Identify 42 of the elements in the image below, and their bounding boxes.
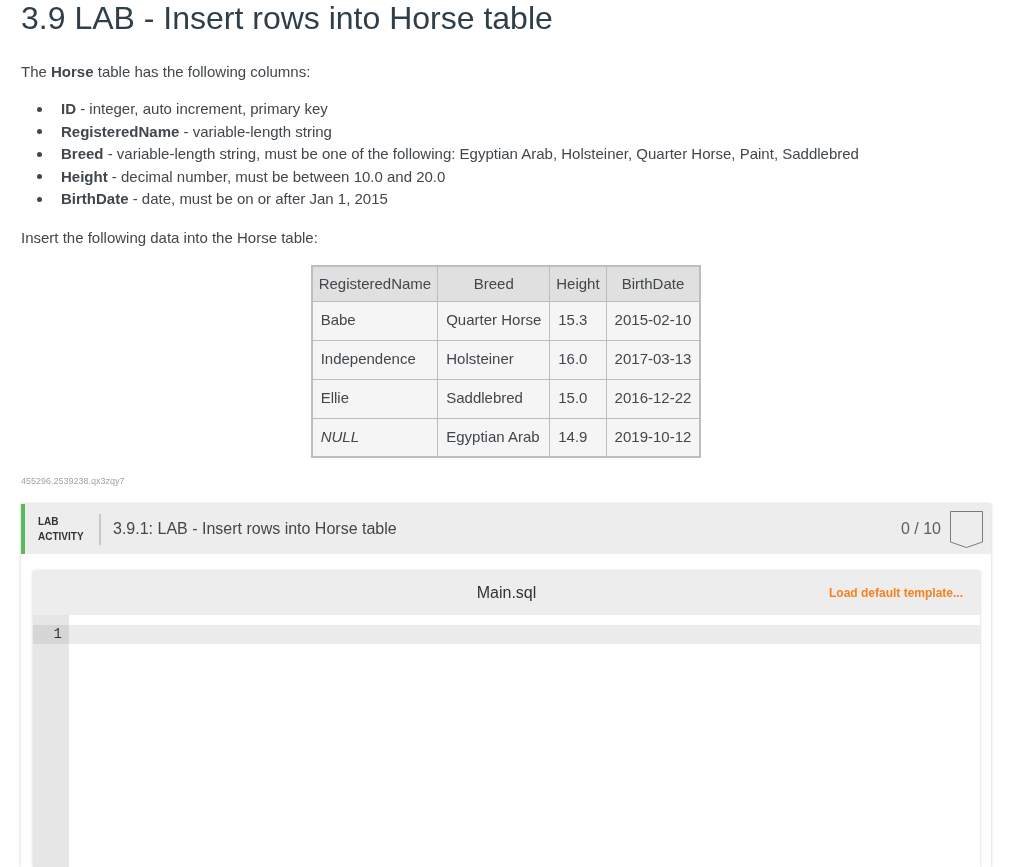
- table-cell: 2017-03-13: [606, 340, 701, 379]
- column-description: BirthDate - date, must be on or after Jan 1, 2015: [61, 189, 388, 210]
- table-header-cell: Height: [549, 266, 607, 301]
- activity-title: 3.9.1: LAB - Insert rows into Horse table: [113, 519, 397, 539]
- table-header-cell: Breed: [437, 266, 550, 301]
- table-cell: 2015-02-10: [606, 301, 701, 340]
- column-description: Height - decimal number, must be between 10.0 and 20.0: [61, 166, 446, 187]
- bullet-icon: [37, 174, 42, 180]
- table-cell: 16.0: [549, 340, 607, 379]
- table-cell: Quarter Horse: [437, 301, 550, 340]
- page-title: 3.9 LAB - Insert rows into Horse table: [21, 0, 553, 36]
- bullet-icon: [37, 196, 42, 202]
- table-cell: Ellie: [311, 379, 438, 418]
- table-cell: NULL: [311, 418, 438, 457]
- table-cell: 15.3: [549, 301, 607, 340]
- score-text: 0 / 10: [900, 519, 941, 539]
- bullet-icon: [37, 106, 42, 112]
- table-cell: 2019-10-12: [606, 418, 701, 457]
- line-number: 1: [33, 625, 69, 644]
- table-cell: 14.9: [549, 418, 607, 457]
- bullet-icon: [37, 151, 42, 157]
- column-description: ID - integer, auto increment, primary key: [61, 99, 328, 120]
- table-cell: Saddlebred: [437, 379, 550, 418]
- filename-text: Main.sql: [476, 583, 537, 603]
- load-template-link[interactable]: Load default template...: [829, 585, 963, 601]
- badge-outline-icon: [950, 510, 983, 548]
- table-cell: Egyptian Arab: [437, 418, 550, 457]
- bullet-icon: [37, 129, 42, 135]
- table-cell: Babe: [311, 301, 438, 340]
- table-header-cell: BirthDate: [606, 266, 701, 301]
- table-cell: 2016-12-22: [606, 379, 701, 418]
- code-input[interactable]: [69, 615, 980, 867]
- table-header-cell: RegisteredName: [311, 266, 438, 301]
- column-description: RegisteredName - variable-length string: [61, 121, 332, 142]
- intro-text: The Horse table has the following columns:: [21, 62, 311, 82]
- table-cell: Holsteiner: [437, 340, 550, 379]
- table-cell: Independence: [311, 340, 438, 379]
- lab-label: LAB ACTIVITY: [38, 515, 85, 544]
- column-description: Breed - variable-length string, must be one of the following: Egyptian Arab, Holsteiner, Quarter Horse, Paint, Saddlebred: [61, 144, 859, 165]
- table-cell: 15.0: [549, 379, 607, 418]
- identifier-text: 455296.2539238.qx3zqy7: [21, 475, 125, 487]
- instruction-text: Insert the following data into the Horse table:: [21, 228, 318, 248]
